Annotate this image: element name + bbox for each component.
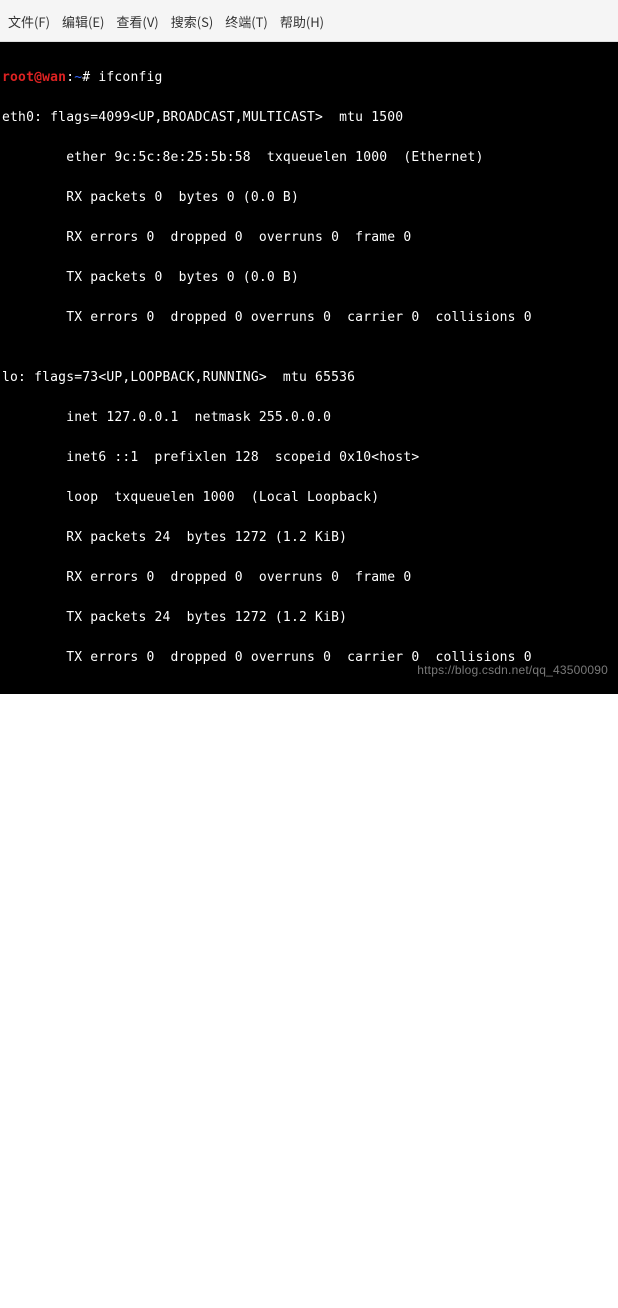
menubar: 文件(F) 编辑(E) 查看(V) 搜索(S) 终端(T) 帮助(H)	[0, 0, 618, 42]
output-line: TX errors 0 dropped 0 overruns 0 carrier…	[2, 648, 616, 668]
menu-edit[interactable]: 编辑(E)	[62, 12, 104, 31]
output-line: inet6 fe80::9b15:e5a0:1f02:e8e0 prefixle…	[2, 788, 616, 808]
prompt-end: #	[82, 70, 98, 85]
menu-search[interactable]: 搜索(S)	[171, 12, 214, 31]
output-line: RX packets 28 bytes 2532 (2.4 KiB)	[2, 1128, 616, 1148]
output-line: inet6 ::1 prefixlen 128 scopeid 0x10<hos…	[2, 448, 616, 468]
output-line: TX errors 0 dropped 0 overruns 0 carrier…	[2, 988, 616, 1008]
menu-file[interactable]: 文件(F)	[8, 12, 50, 31]
output-line: TX packets 24 bytes 1272 (1.2 KiB)	[2, 608, 616, 628]
output-line: ether de:30:52:f9:99:d2 txqueuelen 1000 …	[2, 1088, 616, 1108]
output-line: RX packets 16451 bytes 19605650 (18.6 Mi…	[2, 868, 616, 888]
output-line: inet 127.0.0.1 netmask 255.0.0.0	[2, 408, 616, 428]
terminal-area[interactable]: root@wan:~# ifconfig eth0: flags=4099<UP…	[0, 42, 618, 694]
output-line: inet 192.168.1.102 netmask 255.255.255.0…	[2, 748, 616, 768]
output-line: eth0: flags=4099<UP,BROADCAST,MULTICAST>…	[2, 108, 616, 128]
command-text: ifconfig	[98, 70, 162, 85]
output-line: TX packets 0 bytes 0 (0.0 B)	[2, 268, 616, 288]
output-line: TX packets 10513 bytes 1757890 (1.6 MiB)	[2, 948, 616, 968]
output-line: lo: flags=73<UP,LOOPBACK,RUNNING> mtu 65…	[2, 368, 616, 388]
output-line: loop txqueuelen 1000 (Local Loopback)	[2, 488, 616, 508]
output-line: RX errors 0 dropped 0 overruns 0 frame 0	[2, 1168, 616, 1188]
menu-help[interactable]: 帮助(H)	[280, 12, 324, 31]
output-line: RX packets 24 bytes 1272 (1.2 KiB)	[2, 528, 616, 548]
output-line: RX packets 0 bytes 0 (0.0 B)	[2, 188, 616, 208]
menu-terminal[interactable]: 终端(T)	[225, 12, 268, 31]
prompt-host: root@wan	[2, 70, 66, 85]
menu-view[interactable]: 查看(V)	[116, 12, 158, 31]
output-line: wlan0: flags=4163<UP,BROADCAST,RUNNING,M…	[2, 708, 616, 728]
output-line: ether 30:52:cb:ef:a8:8c txqueuelen 1000 …	[2, 828, 616, 848]
output-line: TX errors 0 dropped 0 overruns 0 carrier…	[2, 308, 616, 328]
output-line: TX packets 47 bytes 4658 (4.5 KiB)	[2, 1208, 616, 1228]
output-line: RX errors 0 dropped 0 overruns 0 frame 0	[2, 908, 616, 928]
output-line: RX errors 0 dropped 0 overruns 0 frame 0	[2, 568, 616, 588]
output-line: ether 9c:5c:8e:25:5b:58 txqueuelen 1000 …	[2, 148, 616, 168]
output-line: wlan1: flags=4099<UP,BROADCAST,MULTICAST…	[2, 1048, 616, 1068]
prompt-line: root@wan:~# ifconfig	[2, 68, 616, 88]
output-line: RX errors 0 dropped 0 overruns 0 frame 0	[2, 228, 616, 248]
output-line: TX errors 0 dropped 0 overruns 0 carrier…	[2, 1248, 616, 1268]
